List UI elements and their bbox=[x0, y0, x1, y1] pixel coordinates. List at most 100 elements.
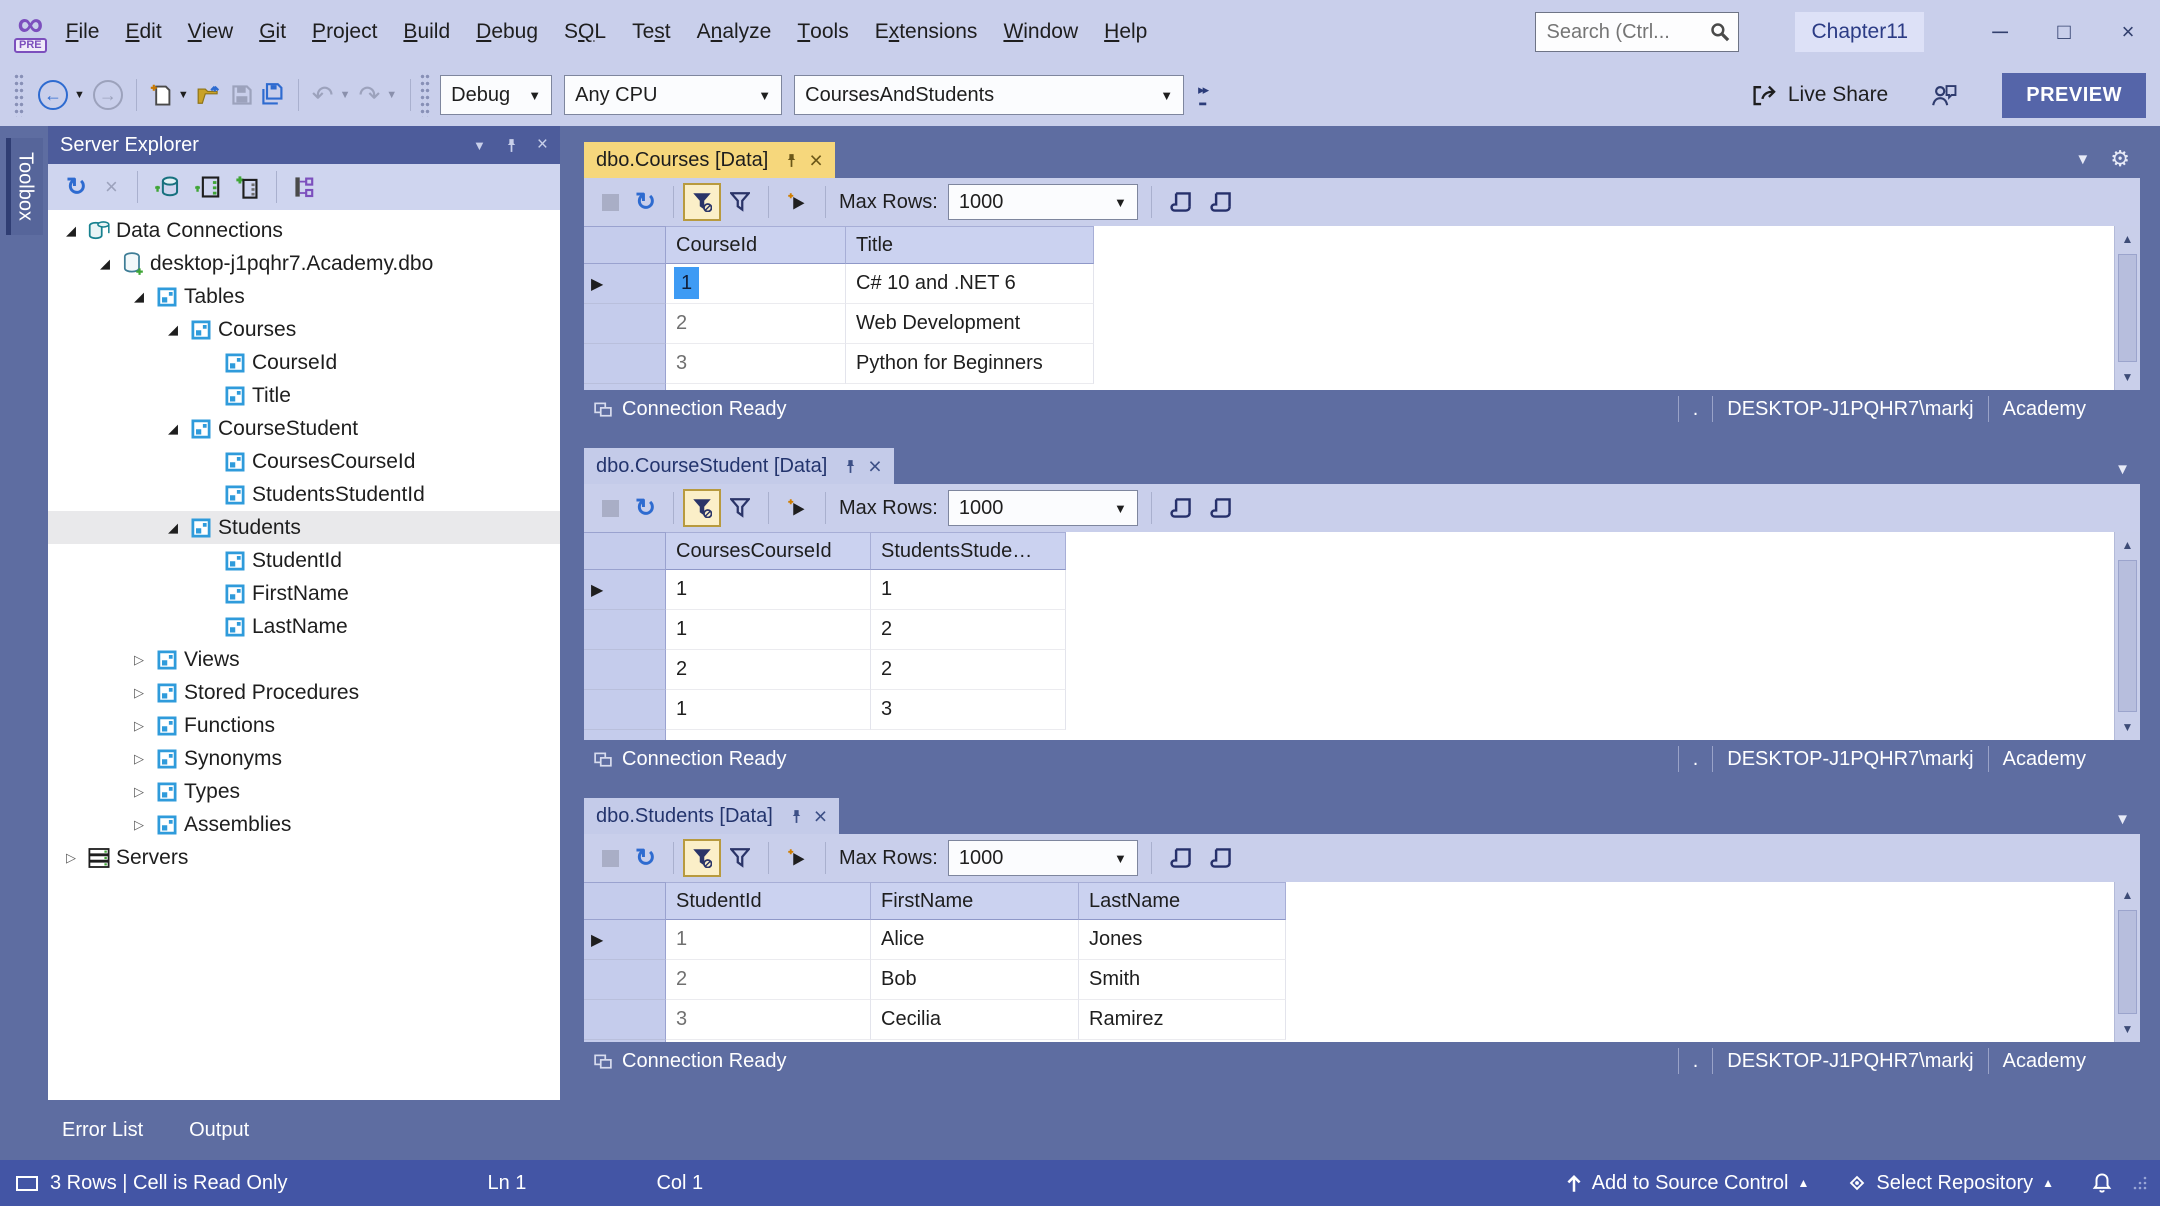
close-icon[interactable]: × bbox=[809, 150, 822, 170]
grid-cell[interactable]: 2 bbox=[666, 304, 846, 344]
tree-item-studentid[interactable]: StudentId bbox=[48, 544, 560, 577]
grid-cell[interactable]: Python for Beginners bbox=[846, 344, 1094, 384]
sql-script-split-pane-icon[interactable] bbox=[1201, 192, 1241, 212]
grid-cell[interactable]: 3 bbox=[666, 1000, 871, 1040]
grid-cell[interactable]: C# 10 and .NET 6 bbox=[846, 264, 1094, 304]
column-header-courseid[interactable]: CourseId bbox=[666, 226, 846, 264]
connect-to-database-icon[interactable] bbox=[147, 174, 187, 200]
remove-filter-toggle-button[interactable] bbox=[683, 489, 721, 527]
row-selector[interactable] bbox=[584, 650, 666, 690]
pin-icon[interactable] bbox=[843, 459, 858, 474]
redo-dropdown-caret-icon[interactable]: ▼ bbox=[386, 89, 397, 101]
tree-item-servers[interactable]: ▷Servers bbox=[48, 841, 560, 874]
grid-cell[interactable]: Bob bbox=[871, 960, 1079, 1000]
column-header-title[interactable]: Title bbox=[846, 226, 1094, 264]
grid-cell[interactable]: Web Development bbox=[846, 304, 1094, 344]
run-script-icon[interactable] bbox=[778, 498, 816, 518]
connect-to-server-icon[interactable] bbox=[187, 174, 227, 200]
max-rows-select[interactable]: 1000▼ bbox=[948, 490, 1138, 526]
expander-open-icon[interactable]: ◢ bbox=[160, 520, 186, 536]
close-button[interactable]: × bbox=[2096, 0, 2160, 64]
navigate-back-button[interactable]: ← bbox=[34, 75, 72, 115]
save-button[interactable] bbox=[227, 75, 257, 115]
scroll-up-icon[interactable]: ▲ bbox=[2115, 532, 2140, 558]
tree-item-assemblies[interactable]: ▷Assemblies bbox=[48, 808, 560, 841]
menu-edit[interactable]: Edit bbox=[112, 0, 174, 64]
tree-item-title[interactable]: Title bbox=[48, 379, 560, 412]
tree-item-stored-procedures[interactable]: ▷Stored Procedures bbox=[48, 676, 560, 709]
new-row-selector[interactable] bbox=[584, 1040, 666, 1042]
tree-item-desktop-j1pqhr7-academy-dbo[interactable]: ◢desktop-j1pqhr7.Academy.dbo bbox=[48, 247, 560, 280]
menu-test[interactable]: Test bbox=[619, 0, 684, 64]
new-file-button[interactable] bbox=[146, 75, 176, 115]
max-rows-select[interactable]: 1000▼ bbox=[948, 184, 1138, 220]
scroll-down-icon[interactable]: ▼ bbox=[2115, 714, 2140, 740]
solution-configuration-select[interactable]: Debug▼ bbox=[440, 75, 552, 115]
menu-file[interactable]: File bbox=[53, 0, 113, 64]
row-selector[interactable] bbox=[584, 1000, 666, 1040]
scroll-down-icon[interactable]: ▼ bbox=[2115, 364, 2140, 390]
tree-item-firstname[interactable]: FirstName bbox=[48, 577, 560, 610]
pin-icon[interactable] bbox=[784, 153, 799, 168]
select-repository-button[interactable]: Select Repository ▲ bbox=[1847, 1172, 2054, 1195]
remove-filter-toggle-button[interactable] bbox=[683, 183, 721, 221]
grid-cell[interactable]: 1 bbox=[666, 264, 846, 304]
column-header-coursescourseid[interactable]: CoursesCourseId bbox=[666, 532, 871, 570]
tree-item-lastname[interactable]: LastName bbox=[48, 610, 560, 643]
tab-toolbox[interactable]: Toolbox bbox=[6, 138, 43, 235]
grid-cell[interactable]: 1 bbox=[666, 570, 871, 610]
stop-refresh-icon[interactable]: × bbox=[95, 174, 128, 200]
row-selector[interactable] bbox=[584, 344, 666, 384]
tree-item-coursestudent[interactable]: ◢CourseStudent bbox=[48, 412, 560, 445]
grid-cell[interactable]: 1 bbox=[666, 610, 871, 650]
view-designer-icon[interactable] bbox=[286, 175, 324, 199]
menu-window[interactable]: Window bbox=[990, 0, 1091, 64]
search-input[interactable] bbox=[1544, 20, 1702, 45]
menu-build[interactable]: Build bbox=[390, 0, 463, 64]
minimize-button[interactable]: ─ bbox=[1968, 0, 2032, 64]
tab-dbo-students-data[interactable]: dbo.Students [Data] × bbox=[584, 798, 839, 834]
sql-script-split-pane-icon[interactable] bbox=[1201, 848, 1241, 868]
sql-script-pane-icon[interactable] bbox=[1161, 498, 1201, 518]
new-file-dropdown-caret-icon[interactable]: ▼ bbox=[178, 89, 189, 101]
toolbar-overflow-button[interactable]: ▸▸▂ bbox=[1198, 85, 1207, 105]
column-header-studentid[interactable]: StudentId bbox=[666, 882, 871, 920]
resize-grip[interactable] bbox=[2132, 1175, 2148, 1195]
remove-filter-toggle-button[interactable] bbox=[683, 839, 721, 877]
row-selector[interactable] bbox=[584, 304, 666, 344]
refresh-icon[interactable]: ↻ bbox=[627, 493, 664, 523]
preview-button[interactable]: PREVIEW bbox=[2002, 73, 2146, 118]
expander-closed-icon[interactable]: ▷ bbox=[126, 652, 152, 668]
notifications-bell-icon[interactable] bbox=[2092, 1172, 2112, 1194]
menu-debug[interactable]: Debug bbox=[463, 0, 551, 64]
expander-closed-icon[interactable]: ▷ bbox=[126, 817, 152, 833]
row-selector[interactable] bbox=[584, 690, 666, 730]
scrollbar-thumb[interactable] bbox=[2118, 910, 2137, 1014]
grid-cell[interactable]: Ramirez bbox=[1079, 1000, 1286, 1040]
run-script-icon[interactable] bbox=[778, 192, 816, 212]
stop-icon[interactable] bbox=[602, 500, 619, 517]
undo-button[interactable]: ↶ bbox=[308, 75, 338, 115]
column-header-studentsstude[interactable]: StudentsStude… bbox=[871, 532, 1066, 570]
expander-open-icon[interactable]: ◢ bbox=[126, 289, 152, 305]
open-file-button[interactable] bbox=[193, 75, 227, 115]
undo-dropdown-caret-icon[interactable]: ▼ bbox=[340, 89, 351, 101]
new-row-selector[interactable] bbox=[584, 730, 666, 740]
expander-open-icon[interactable]: ◢ bbox=[160, 322, 186, 338]
menu-extensions[interactable]: Extensions bbox=[862, 0, 991, 64]
toolbar-group-drag-handle[interactable] bbox=[420, 73, 430, 117]
expander-closed-icon[interactable]: ▷ bbox=[58, 850, 84, 866]
tree-item-students[interactable]: ◢Students bbox=[48, 511, 560, 544]
tree-item-views[interactable]: ▷Views bbox=[48, 643, 560, 676]
grid-cell[interactable]: 3 bbox=[871, 690, 1066, 730]
grid-cell[interactable]: 2 bbox=[871, 650, 1066, 690]
max-rows-select[interactable]: 1000▼ bbox=[948, 840, 1138, 876]
pin-icon[interactable] bbox=[504, 138, 519, 153]
row-selector[interactable]: ▶ bbox=[584, 264, 666, 304]
grid-cell[interactable]: 2 bbox=[666, 650, 871, 690]
filter-icon[interactable] bbox=[721, 498, 759, 518]
grid-corner-cell[interactable] bbox=[584, 532, 666, 570]
tree-item-functions[interactable]: ▷Functions bbox=[48, 709, 560, 742]
solution-platform-select[interactable]: Any CPU▼ bbox=[564, 75, 782, 115]
expander-open-icon[interactable]: ◢ bbox=[92, 256, 118, 272]
